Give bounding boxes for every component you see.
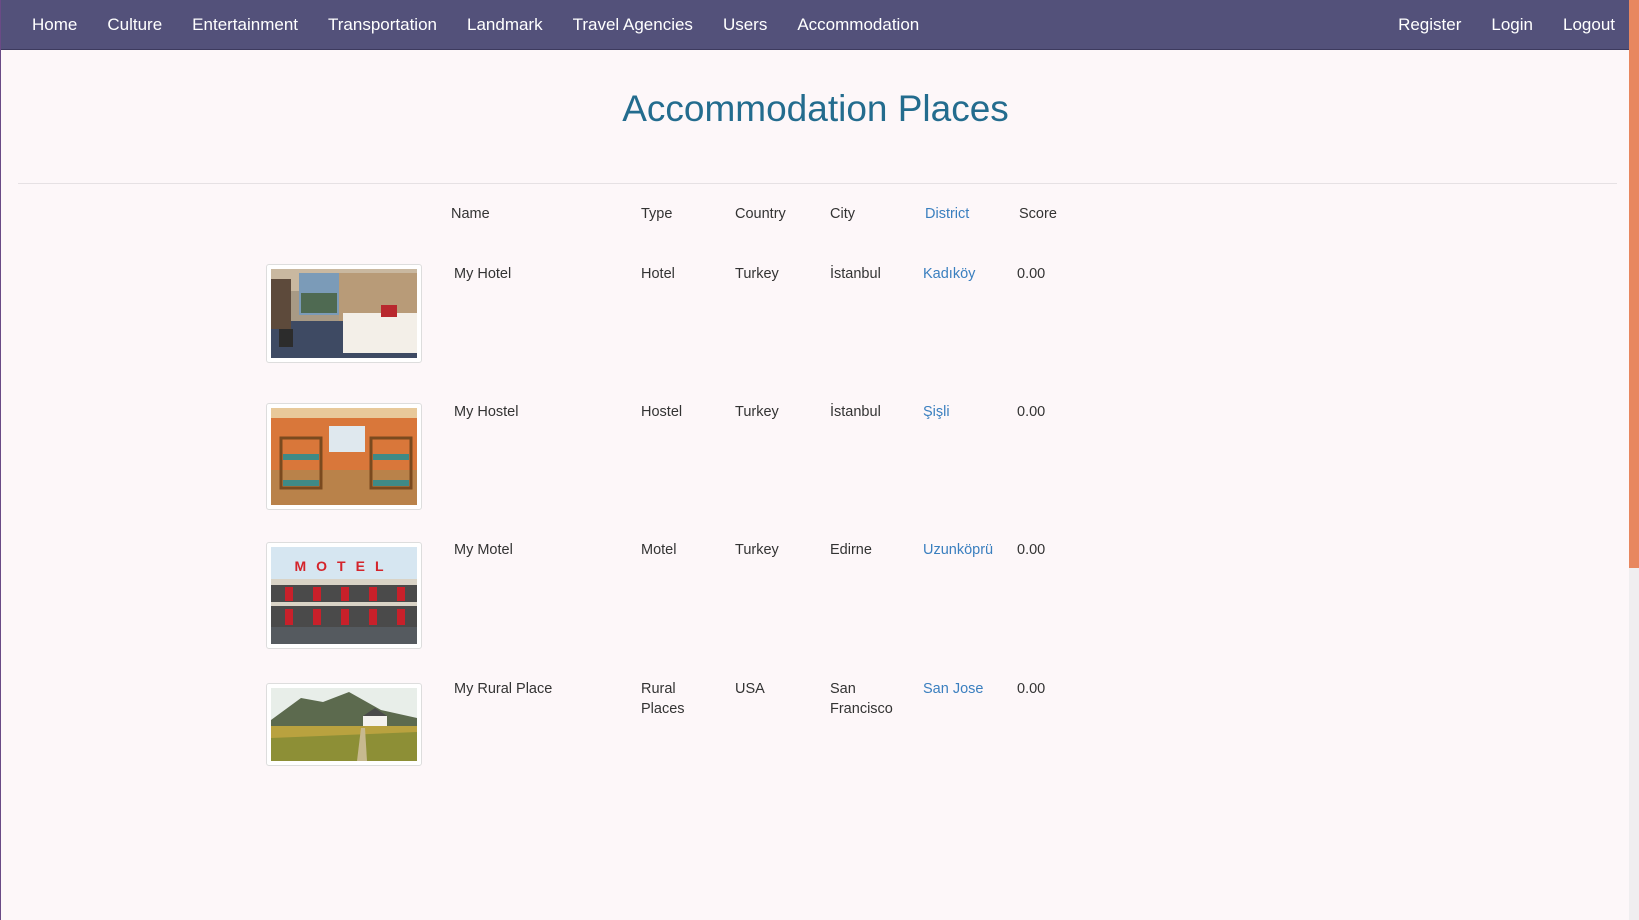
- nav-culture-link[interactable]: Culture: [92, 0, 177, 50]
- cell-type: Motel: [641, 542, 677, 558]
- nav-logout-link[interactable]: Logout: [1548, 0, 1630, 50]
- header-district-sort-link[interactable]: District: [925, 206, 969, 222]
- cell-score: 0.00: [1017, 681, 1046, 697]
- cell-name: My Rural Place: [454, 681, 553, 697]
- cell-country: Turkey: [735, 266, 779, 282]
- cell-district-link[interactable]: San Jose: [923, 679, 983, 699]
- hotel-room-photo[interactable]: [266, 264, 422, 363]
- cell-district-link[interactable]: Kadıköy: [923, 264, 975, 284]
- page-scrollbar[interactable]: [1629, 0, 1639, 920]
- cell-type: Rural Places: [641, 681, 685, 717]
- nav-left-group: Home Culture Entertainment Transportatio…: [17, 0, 934, 50]
- cell-city: San Francisco: [830, 681, 893, 717]
- motel-building-image: MOTEL: [271, 547, 417, 644]
- hotel-room-image: [271, 269, 417, 358]
- motel-sign-text: MOTEL: [295, 558, 394, 574]
- cell-score: 0.00: [1017, 266, 1046, 282]
- nav-login-link[interactable]: Login: [1476, 0, 1548, 50]
- cell-district-link[interactable]: Şişli: [923, 402, 950, 422]
- nav-right-group: Register Login Logout: [1383, 0, 1630, 50]
- cell-district-link[interactable]: Uzunköprü: [923, 540, 993, 560]
- header-name: Name: [451, 206, 490, 222]
- cell-score: 0.00: [1017, 404, 1046, 420]
- app-frame: Home Culture Entertainment Transportatio…: [0, 0, 1630, 920]
- nav-home-link[interactable]: Home: [17, 0, 92, 50]
- title-divider: [18, 183, 1617, 184]
- cell-city: Edirne: [830, 542, 872, 558]
- page-title: Accommodation Places: [622, 88, 1009, 129]
- hostel-room-photo[interactable]: [266, 403, 422, 510]
- nav-entertainment-link[interactable]: Entertainment: [177, 0, 313, 50]
- top-navbar: Home Culture Entertainment Transportatio…: [1, 0, 1630, 50]
- nav-transportation-link[interactable]: Transportation: [313, 0, 452, 50]
- header-score: Score: [1019, 206, 1057, 222]
- hostel-room-image: [271, 408, 417, 505]
- header-country: Country: [735, 206, 786, 222]
- cell-country: Turkey: [735, 542, 779, 558]
- cell-score: 0.00: [1017, 542, 1046, 558]
- cell-type: Hostel: [641, 404, 683, 420]
- nav-users-link[interactable]: Users: [708, 0, 782, 50]
- scrollbar-thumb[interactable]: [1629, 0, 1639, 568]
- nav-register-link[interactable]: Register: [1383, 0, 1476, 50]
- rural-landscape-image: [271, 688, 417, 761]
- cell-city: İstanbul: [830, 404, 881, 420]
- header-city: City: [830, 206, 855, 222]
- cell-city: İstanbul: [830, 266, 881, 282]
- cell-country: USA: [735, 681, 765, 697]
- nav-landmark-link[interactable]: Landmark: [452, 0, 558, 50]
- cell-country: Turkey: [735, 404, 779, 420]
- rural-landscape-photo[interactable]: [266, 683, 422, 766]
- cell-name: My Hotel: [454, 266, 512, 282]
- cell-name: My Hostel: [454, 404, 519, 420]
- cell-type: Hotel: [641, 266, 675, 282]
- header-type: Type: [641, 206, 673, 222]
- nav-travel-agencies-link[interactable]: Travel Agencies: [558, 0, 708, 50]
- nav-accommodation-link[interactable]: Accommodation: [782, 0, 934, 50]
- motel-building-photo[interactable]: MOTEL: [266, 542, 422, 649]
- cell-name: My Motel: [454, 542, 513, 558]
